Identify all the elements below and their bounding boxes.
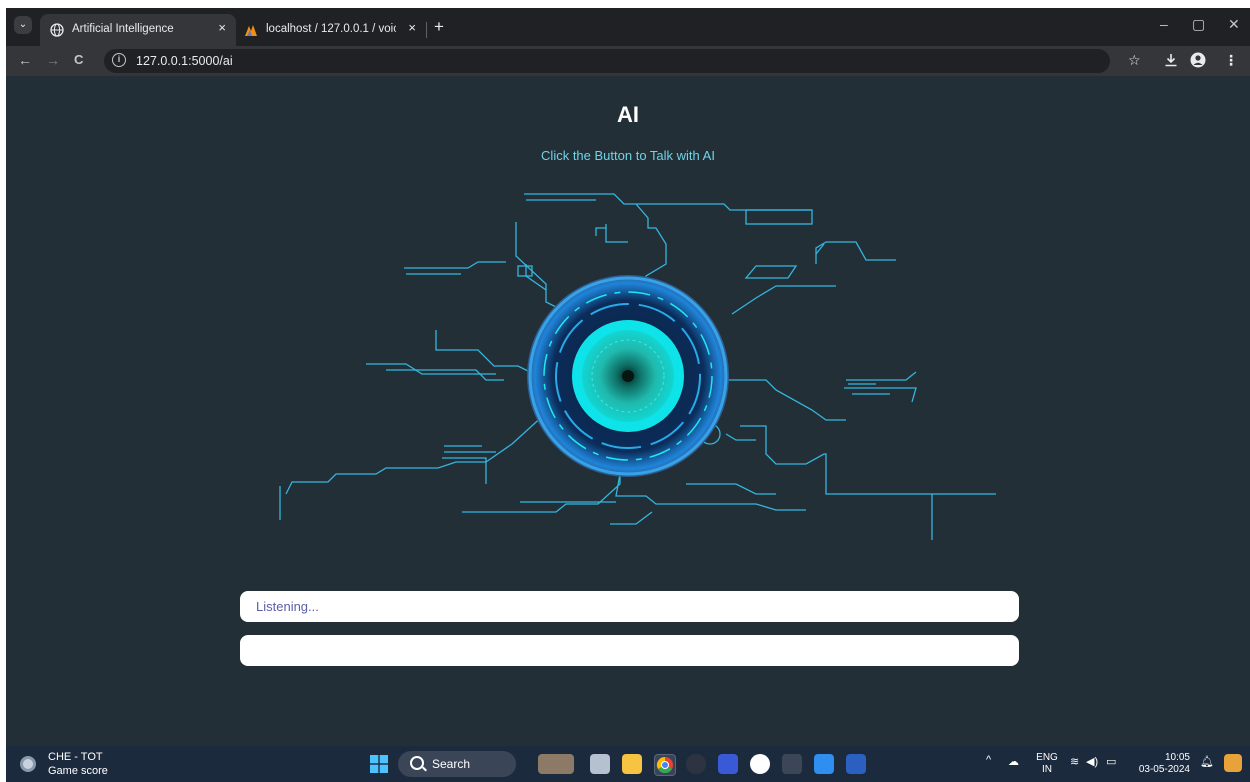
- back-button[interactable]: ←: [18, 52, 32, 68]
- globe-icon: [50, 23, 64, 37]
- wifi-icon[interactable]: ≋: [1070, 755, 1079, 768]
- bing-rewards-icon[interactable]: [538, 754, 574, 774]
- ai-response-box: [240, 635, 1019, 666]
- tab-separator: [426, 22, 427, 38]
- volume-icon[interactable]: ◀): [1086, 755, 1098, 768]
- taskbar-search[interactable]: Search: [398, 751, 516, 777]
- reload-button[interactable]: C: [74, 52, 83, 67]
- page-title: AI: [617, 102, 639, 127]
- show-hidden-icons[interactable]: ^: [986, 754, 991, 766]
- tab-artificial-intelligence[interactable]: Artificial Intelligence ×: [40, 14, 236, 46]
- page-content: AI Click the Button to Talk with AI List…: [6, 76, 1250, 746]
- task-view-icon[interactable]: [590, 754, 610, 774]
- search-icon: [410, 756, 424, 770]
- cricket-score-icon[interactable]: [18, 754, 38, 774]
- clock-time[interactable]: 10:05: [1126, 752, 1190, 763]
- profile-icon[interactable]: [1190, 52, 1206, 68]
- download-icon[interactable]: [1164, 53, 1178, 67]
- widget-subtitle: Game score: [48, 765, 108, 777]
- new-tab-button[interactable]: +: [434, 17, 444, 37]
- notification-bell-icon[interactable]: 🔔︎: [1200, 755, 1214, 768]
- talk-to-ai-button[interactable]: [528, 268, 728, 468]
- chrome-taskbar-button[interactable]: [654, 754, 676, 776]
- tab-title: localhost / 127.0.0.1 / voice_fin: [266, 23, 396, 35]
- menu-icon[interactable]: ⋮: [1224, 52, 1238, 69]
- chrome-icon: [656, 756, 673, 774]
- star-icon[interactable]: ☆: [1128, 52, 1141, 69]
- close-window-button[interactable]: ✕: [1228, 16, 1240, 33]
- phpmyadmin-icon: [245, 25, 257, 36]
- vscode-icon[interactable]: [814, 754, 834, 774]
- minimize-button[interactable]: –: [1160, 16, 1168, 32]
- widget-title: CHE - TOT: [48, 751, 103, 763]
- github-desktop-icon[interactable]: [686, 754, 706, 774]
- word-icon[interactable]: [846, 754, 866, 774]
- listening-status-box: Listening...: [240, 591, 1019, 622]
- url-text: 127.0.0.1:5000/ai: [136, 54, 233, 68]
- search-label: Search: [432, 757, 471, 771]
- page-subtitle: Click the Button to Talk with AI: [541, 148, 715, 163]
- language-line1[interactable]: ENG: [1036, 752, 1058, 763]
- close-tab-icon[interactable]: ×: [408, 20, 416, 35]
- restore-button[interactable]: ▢: [1192, 16, 1205, 33]
- file-explorer-icon[interactable]: [622, 754, 642, 774]
- clock-date[interactable]: 03-05-2024: [1126, 764, 1190, 775]
- tab-phpmyadmin[interactable]: localhost / 127.0.0.1 / voice_fin ×: [234, 14, 426, 46]
- tab-title: Artificial Intelligence: [72, 23, 174, 35]
- site-info-icon[interactable]: i: [112, 53, 126, 67]
- address-bar[interactable]: i 127.0.0.1:5000/ai: [104, 49, 1110, 73]
- battery-icon[interactable]: ▭: [1106, 755, 1116, 768]
- xbox-icon[interactable]: [750, 754, 770, 774]
- tab-search-button[interactable]: ⌄: [14, 16, 32, 34]
- windows-start-icon[interactable]: [370, 755, 388, 773]
- browser-tab-bar: ⌄ Artificial Intelligence × localhost / …: [6, 8, 1250, 46]
- language-line2[interactable]: IN: [1036, 764, 1058, 775]
- copilot-icon[interactable]: [1224, 754, 1242, 772]
- zed-icon[interactable]: [718, 754, 738, 774]
- browser-toolbar: ← → C i 127.0.0.1:5000/ai ☆ ⋮: [6, 46, 1250, 76]
- onedrive-icon[interactable]: ☁: [1008, 755, 1019, 768]
- windows-taskbar: CHE - TOT Game score Search ^ ☁ ENG IN ≋…: [6, 746, 1250, 782]
- close-tab-icon[interactable]: ×: [218, 20, 226, 35]
- forward-button[interactable]: →: [46, 52, 60, 68]
- terminal-icon[interactable]: [782, 754, 802, 774]
